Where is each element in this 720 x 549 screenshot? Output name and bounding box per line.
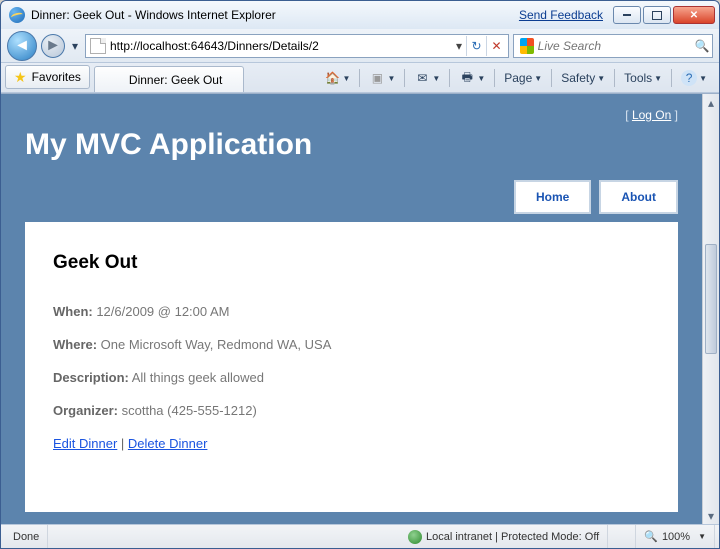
dinner-organizer: Organizer: scottha (425-555-1212) [53,403,650,418]
separator [494,69,495,87]
separator [614,69,615,87]
separator [359,69,360,87]
ie-icon [109,73,123,87]
search-button[interactable]: 🔍 [695,39,710,53]
action-links: Edit Dinner | Delete Dinner [53,436,650,451]
rss-icon: ▣ [369,70,385,86]
help-button[interactable]: ?▼ [677,67,711,89]
address-dropdown[interactable]: ▾ [452,39,466,53]
nav-about[interactable]: About [599,180,678,214]
favorites-button[interactable]: ★ Favorites [5,65,90,89]
tools-menu[interactable]: Tools▼ [620,67,666,89]
content-card: Geek Out When: 12/6/2009 @ 12:00 AM Wher… [25,222,678,512]
security-zone[interactable]: Local intranet | Protected Mode: Off [400,525,608,548]
star-icon: ★ [14,69,27,86]
page-icon [90,38,106,54]
stop-button[interactable]: ✕ [486,36,506,56]
maximize-button[interactable] [643,6,671,24]
address-input[interactable] [110,39,452,53]
refresh-button[interactable]: ↻ [466,36,486,56]
feeds-button[interactable]: ▣▼ [365,67,399,89]
scroll-thumb[interactable] [705,244,717,354]
nav-row: ◄ ► ▾ ▾ ↻ ✕ 🔍 [1,29,719,63]
delete-dinner-link[interactable]: Delete Dinner [128,436,208,451]
live-search-icon [520,38,534,54]
titlebar: Dinner: Geek Out - Windows Internet Expl… [1,1,719,29]
search-box: 🔍 [513,34,713,58]
favorites-label: Favorites [32,70,81,84]
dinner-when: When: 12/6/2009 @ 12:00 AM [53,304,650,319]
separator [404,69,405,87]
mail-icon: ✉ [414,70,430,86]
scroll-up-icon[interactable]: ▴ [703,94,719,111]
close-button[interactable] [673,6,715,24]
chevron-down-icon: ▼ [698,532,706,541]
popup-blocker-cell[interactable] [608,525,636,548]
printer-icon: 🖶 [459,70,475,86]
dinner-description: Description: All things geek allowed [53,370,650,385]
dinner-where: Where: One Microsoft Way, Redmond WA, US… [53,337,650,352]
main-nav: Home About [25,180,678,214]
logon-link[interactable]: Log On [632,108,671,122]
separator [449,69,450,87]
send-feedback-link[interactable]: Send Feedback [519,8,603,22]
tab-row: ★ Favorites Dinner: Geek Out 🏠▼ ▣▼ ✉▼ 🖶▼… [1,63,719,93]
read-mail-button[interactable]: ✉▼ [410,67,444,89]
ie-window: Dinner: Geek Out - Windows Internet Expl… [0,0,720,549]
safety-menu[interactable]: Safety▼ [557,67,609,89]
nav-home[interactable]: Home [514,180,591,214]
window-buttons [613,6,715,24]
vertical-scrollbar[interactable]: ▴ ▾ [702,94,719,524]
logon-area: [ Log On ] [25,108,678,122]
command-bar: 🏠▼ ▣▼ ✉▼ 🖶▼ Page▼ Safety▼ Tools▼ ?▼ [321,66,715,92]
address-bar: ▾ ↻ ✕ [85,34,509,58]
status-text: Done [5,525,48,548]
home-icon: 🏠 [325,70,341,86]
viewport: [ Log On ] My MVC Application Home About… [1,93,719,524]
separator [671,69,672,87]
page-body: [ Log On ] My MVC Application Home About… [1,94,702,524]
status-bar: Done Local intranet | Protected Mode: Of… [1,524,719,548]
app-title: My MVC Application [25,128,678,162]
print-button[interactable]: 🖶▼ [455,67,489,89]
forward-button[interactable]: ► [41,34,65,58]
scroll-down-icon[interactable]: ▾ [703,507,719,524]
separator [551,69,552,87]
zoom-icon: 🔍 [644,530,658,543]
minimize-button[interactable] [613,6,641,24]
tab-title: Dinner: Geek Out [129,73,222,87]
zone-icon [408,530,422,544]
dinner-heading: Geek Out [53,252,650,274]
nav-history-dropdown[interactable]: ▾ [69,33,81,59]
zoom-control[interactable]: 🔍 100% ▼ [636,525,715,548]
ie-icon [9,7,25,23]
help-icon: ? [681,70,697,86]
edit-dinner-link[interactable]: Edit Dinner [53,436,117,451]
back-button[interactable]: ◄ [7,31,37,61]
search-input[interactable] [538,39,695,53]
browser-tab[interactable]: Dinner: Geek Out [94,66,244,92]
window-title: Dinner: Geek Out - Windows Internet Expl… [31,8,519,22]
page-menu[interactable]: Page▼ [500,67,546,89]
home-button[interactable]: 🏠▼ [321,67,355,89]
